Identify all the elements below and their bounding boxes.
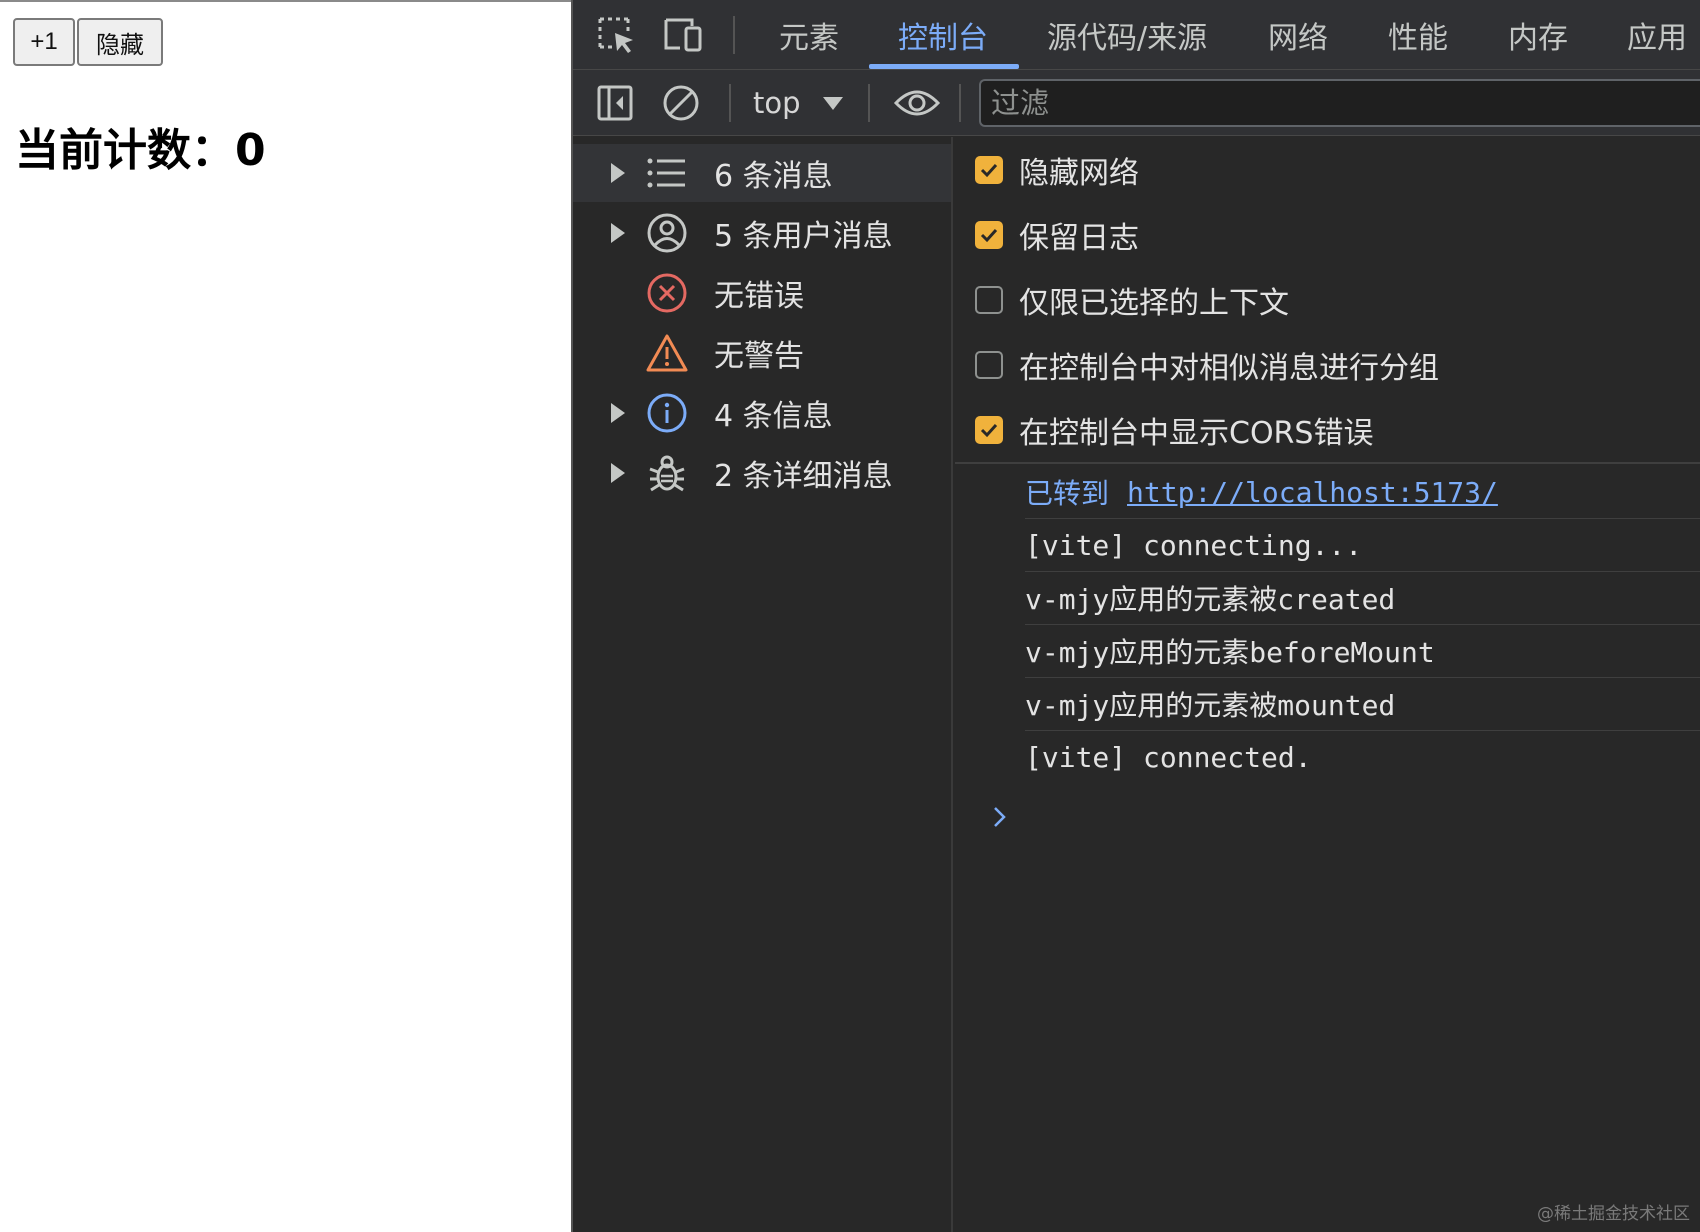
setting-label: 在控制台中对相似消息进行分组 xyxy=(1019,351,1439,386)
counter-heading: 当前计数：0 xyxy=(15,125,266,176)
setting-selected-context-only[interactable]: 仅限已选择的上下文 xyxy=(975,275,1289,325)
console-message: v-mjy应用的元素beforeMount xyxy=(1025,625,1700,678)
setting-label: 隐藏网络 xyxy=(1019,156,1139,191)
checkbox-checked[interactable] xyxy=(975,221,1003,249)
toolbar-separator xyxy=(868,84,870,122)
setting-label: 仅限已选择的上下文 xyxy=(1019,286,1289,321)
expand-arrow-icon[interactable] xyxy=(611,163,625,183)
tabbar-separator xyxy=(733,16,735,54)
console-navigated-message: 已转到 http://localhost:5173/ xyxy=(1025,466,1700,519)
sidebar-item-label: 无错误 xyxy=(714,279,804,314)
checkbox-checked[interactable] xyxy=(975,156,1003,184)
bug-icon xyxy=(645,451,689,495)
sidebar-item-label: 无警告 xyxy=(714,339,804,374)
tab-sources[interactable]: 源代码/来源 xyxy=(1047,0,1207,70)
page-button-group: +1 隐藏 xyxy=(13,18,163,66)
live-expression-eye-icon[interactable] xyxy=(891,81,943,125)
inspect-element-icon[interactable] xyxy=(595,14,639,58)
checkbox-unchecked[interactable] xyxy=(975,286,1003,314)
devtools-panel: 元素 控制台 源代码/来源 网络 性能 内存 应用 top 过滤 6 条消息 5… xyxy=(571,0,1700,1232)
console-message: v-mjy应用的元素被mounted xyxy=(1025,678,1700,731)
sidebar-item-user-messages[interactable]: 5 条用户消息 xyxy=(573,204,951,262)
error-icon xyxy=(645,271,689,315)
sidebar-item-warnings[interactable]: 无警告 xyxy=(573,324,951,382)
chevron-down-icon xyxy=(822,96,843,110)
console-settings: 隐藏网络 保留日志 仅限已选择的上下文 在控制台中对相似消息进行分组 在控制台中… xyxy=(955,137,1700,464)
tab-memory[interactable]: 内存 xyxy=(1508,0,1568,70)
checkbox-unchecked[interactable] xyxy=(975,351,1003,379)
setting-show-cors-errors[interactable]: 在控制台中显示CORS错误 xyxy=(975,405,1373,455)
toolbar-separator xyxy=(959,84,961,122)
tab-application[interactable]: 应用 xyxy=(1627,0,1687,70)
setting-hide-network[interactable]: 隐藏网络 xyxy=(975,145,1139,195)
console-message: [vite] connecting... xyxy=(1025,519,1700,572)
expand-arrow-icon[interactable] xyxy=(611,223,625,243)
checkbox-checked[interactable] xyxy=(975,416,1003,444)
sidebar-item-label: 5 条用户消息 xyxy=(714,219,893,254)
warning-icon xyxy=(645,331,689,375)
list-icon xyxy=(645,151,689,195)
sidebar-item-label: 2 条详细消息 xyxy=(714,459,893,494)
setting-label: 保留日志 xyxy=(1019,221,1139,256)
console-sidebar: 6 条消息 5 条用户消息 无错误 无警告 4 条信息 2 条详细消息 xyxy=(573,137,953,1232)
tab-console[interactable]: 控制台 xyxy=(898,0,988,70)
expand-arrow-icon[interactable] xyxy=(611,403,625,423)
info-icon xyxy=(645,391,689,435)
tab-performance[interactable]: 性能 xyxy=(1388,0,1448,70)
devtools-tabbar: 元素 控制台 源代码/来源 网络 性能 内存 应用 xyxy=(573,0,1700,70)
sidebar-item-verbose[interactable]: 2 条详细消息 xyxy=(573,444,951,502)
device-toolbar-icon[interactable] xyxy=(661,14,705,58)
sidebar-item-label: 6 条消息 xyxy=(714,159,833,194)
console-message: v-mjy应用的元素被created xyxy=(1025,572,1700,625)
navigated-url-link[interactable]: http://localhost:5173/ xyxy=(1127,476,1498,509)
console-prompt-chevron-icon[interactable] xyxy=(985,802,1015,832)
tab-elements[interactable]: 元素 xyxy=(779,0,839,70)
setting-label: 在控制台中显示CORS错误 xyxy=(1019,416,1374,451)
setting-preserve-log[interactable]: 保留日志 xyxy=(975,210,1139,260)
setting-group-similar[interactable]: 在控制台中对相似消息进行分组 xyxy=(975,340,1439,390)
sidebar-toggle-icon[interactable] xyxy=(593,81,637,125)
expand-arrow-icon[interactable] xyxy=(611,463,625,483)
sidebar-item-messages[interactable]: 6 条消息 xyxy=(573,144,951,202)
increment-button[interactable]: +1 xyxy=(13,18,75,66)
toolbar-separator xyxy=(729,84,731,122)
sidebar-item-errors[interactable]: 无错误 xyxy=(573,264,951,322)
filter-input[interactable] xyxy=(979,79,1700,127)
tab-network[interactable]: 网络 xyxy=(1268,0,1328,70)
context-label: top xyxy=(753,86,801,120)
navigated-prefix: 已转到 xyxy=(1025,477,1110,510)
page-viewport: +1 隐藏 当前计数：0 xyxy=(0,0,571,1232)
user-icon xyxy=(645,211,689,255)
hide-button[interactable]: 隐藏 xyxy=(77,18,163,66)
console-message: [vite] connected. xyxy=(1025,741,1312,774)
sidebar-item-info[interactable]: 4 条信息 xyxy=(573,384,951,442)
watermark: @稀土掘金技术社区 xyxy=(1537,1204,1690,1224)
active-tab-indicator xyxy=(869,64,1019,69)
context-selector[interactable]: top xyxy=(753,70,843,136)
clear-console-icon[interactable] xyxy=(659,81,703,125)
console-toolbar: top xyxy=(573,70,1700,136)
sidebar-item-label: 4 条信息 xyxy=(714,399,833,434)
